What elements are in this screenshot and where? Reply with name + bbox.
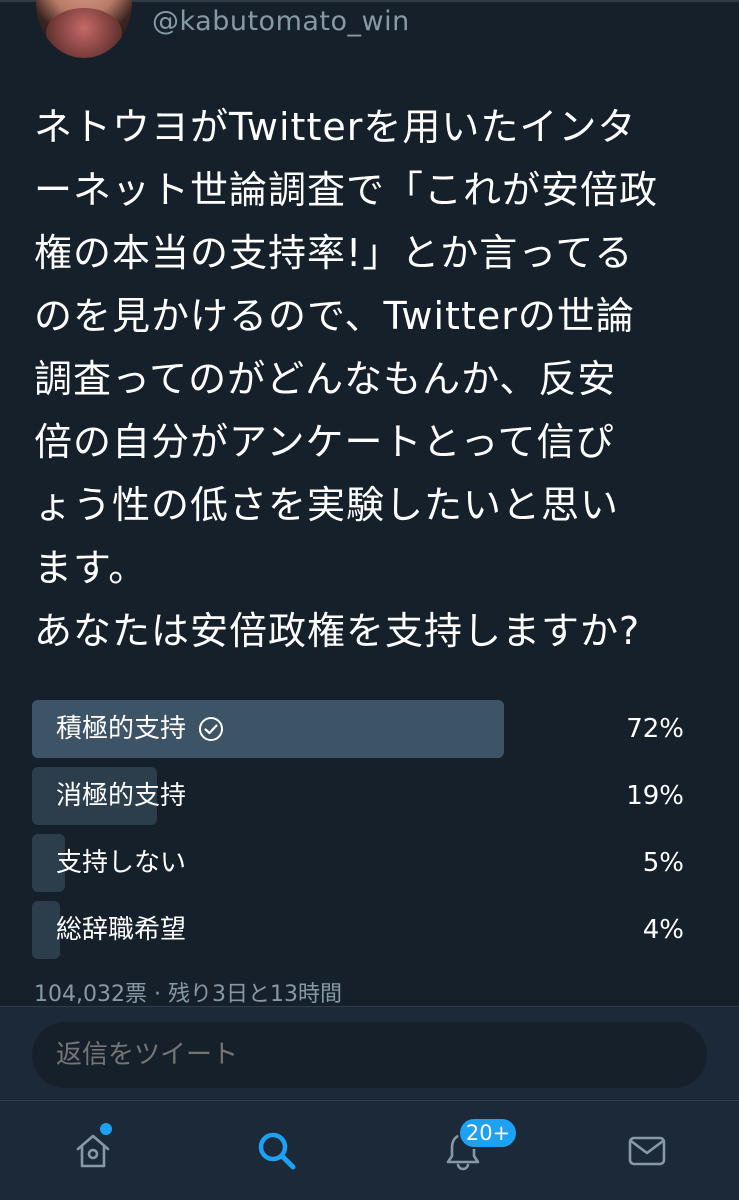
- check-circle-icon: [199, 717, 224, 741]
- tweet-text: ネトウヨがTwitterを用いたインタ ーネット世論調査で「これが安倍政 権の本…: [34, 105, 659, 653]
- home-icon: [76, 1134, 110, 1168]
- tab-notifications[interactable]: [418, 1101, 508, 1200]
- poll-option-label: 総辞職希望: [56, 915, 187, 945]
- poll-option-label: 支持しない: [56, 848, 187, 878]
- poll-option-percent: 72%: [626, 714, 684, 744]
- poll-option: 総辞職希望 4%: [32, 901, 688, 959]
- tab-messages[interactable]: [602, 1101, 692, 1200]
- poll-option-label: 消極的支持: [56, 781, 187, 811]
- poll-option-percent: 5%: [642, 848, 684, 878]
- notifications-badge: 20+: [458, 1117, 518, 1149]
- tab-home[interactable]: [48, 1101, 138, 1200]
- tweet-screen: @kabutomato_win ネトウヨがTwitterを用いたインタ ーネット…: [0, 0, 739, 1200]
- poll-option: 支持しない 5%: [32, 834, 688, 892]
- reply-input[interactable]: [32, 1022, 707, 1088]
- reply-bar: [0, 1006, 739, 1100]
- poll: 積極的支持 72% 消極的支持 19% 支持しない 5% 総辞職希望 4%: [32, 700, 688, 968]
- search-icon: [258, 1132, 296, 1170]
- tab-search[interactable]: [232, 1101, 322, 1200]
- avatar[interactable]: [36, 0, 132, 58]
- home-notification-dot: [100, 1123, 112, 1135]
- user-handle[interactable]: @kabutomato_win: [152, 6, 410, 37]
- tab-bar: [0, 1100, 739, 1200]
- poll-option-percent: 4%: [642, 915, 684, 945]
- poll-meta: 104,032票 · 残り3日と13時間: [34, 982, 342, 1007]
- poll-option-label: 積極的支持: [56, 714, 187, 744]
- poll-option: 積極的支持 72%: [32, 700, 688, 758]
- poll-option: 消極的支持 19%: [32, 767, 688, 825]
- avatar-photo-detail: [46, 8, 122, 58]
- poll-option-percent: 19%: [626, 781, 684, 811]
- messages-icon: [628, 1136, 666, 1166]
